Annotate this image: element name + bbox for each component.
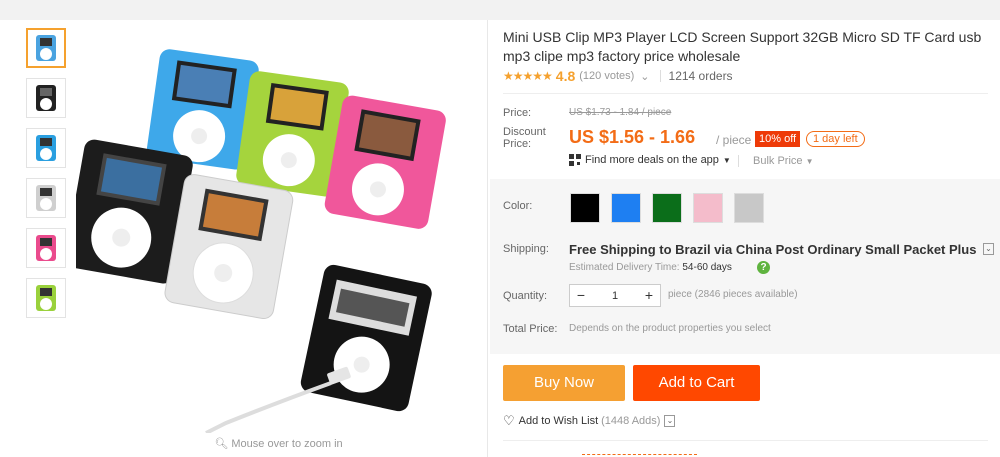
quantity-label: Quantity: (503, 290, 548, 302)
quantity-increase-button[interactable]: + (638, 285, 660, 306)
app-deals-link[interactable]: Find more deals on the app ▼ (569, 154, 731, 166)
color-swatch-black[interactable] (570, 193, 600, 223)
rating-row: ★★★★★ 4.8 (120 votes) ⌄ 1214 orders (503, 68, 733, 84)
price-label: Price: (503, 107, 532, 119)
divider (487, 20, 488, 457)
heart-icon: ♡ (503, 413, 515, 428)
per-piece-unit: / piece (716, 133, 752, 147)
star-rating-icon: ★★★★★ (503, 69, 553, 83)
thumbnail-image (36, 285, 56, 311)
thumbnail-image (36, 135, 56, 161)
zoom-hint: 🔍︎ Mouse over to zoom in (76, 437, 481, 450)
thumbnail-image (36, 85, 56, 111)
discount-badge: 10% off (755, 131, 801, 147)
magnifier-icon: 🔍︎ (214, 438, 229, 450)
wishlist-text: Add to Wish List (518, 415, 599, 427)
product-main-image[interactable] (65, 28, 481, 435)
quantity-stepper: − 1 + (569, 284, 661, 307)
time-left-badge: 1 day left (806, 131, 865, 147)
mp3-players-illustration (65, 49, 446, 435)
help-icon[interactable]: ? (757, 261, 770, 274)
total-price-note: Depends on the product properties you se… (569, 323, 771, 334)
separator (659, 70, 661, 82)
color-label: Color: (503, 200, 533, 212)
votes-count[interactable]: (120 votes) (579, 70, 634, 82)
zoom-hint-text: Mouse over to zoom in (231, 438, 343, 450)
thumbnail-5[interactable] (26, 228, 66, 268)
divider (503, 93, 988, 94)
est-days: 54-60 days (682, 262, 732, 273)
thumbnail-1[interactable] (26, 28, 66, 68)
thumbnail-2[interactable] (26, 78, 66, 118)
dashed-underline (582, 454, 697, 455)
product-title: Mini USB Clip MP3 Player LCD Screen Supp… (503, 29, 982, 64)
quantity-available: piece (2846 pieces available) (668, 289, 798, 300)
color-swatch-silver[interactable] (734, 193, 764, 223)
caret-down-icon: ▼ (805, 157, 814, 166)
thumbnail-image (36, 235, 56, 261)
color-swatch-blue[interactable] (611, 193, 641, 223)
est-label: Estimated Delivery Time: (569, 262, 680, 273)
thumbnail-4[interactable] (26, 178, 66, 218)
chevron-down-icon[interactable]: ⌄ (640, 70, 649, 83)
buy-now-button[interactable]: Buy Now (503, 365, 625, 401)
divider (503, 440, 988, 441)
caret-down-icon: ▼ (722, 155, 731, 165)
wishlist-link[interactable]: ♡ Add to Wish List (1448 Adds) ⌄ (503, 413, 676, 429)
discount-price: US $1.56 - 1.66 (569, 127, 696, 147)
total-price-label: Total Price: (503, 323, 558, 335)
thumbnail-6[interactable] (26, 278, 66, 318)
bulk-price-link[interactable]: Bulk Price ▼ (753, 155, 814, 167)
thumbnail-3[interactable] (26, 128, 66, 168)
thumbnail-image (36, 35, 56, 61)
app-deals-text: Find more deals on the app (585, 154, 719, 166)
bulk-price-text: Bulk Price (753, 155, 803, 167)
separator (738, 155, 739, 167)
add-to-cart-button[interactable]: Add to Cart (633, 365, 760, 401)
rating-score: 4.8 (555, 68, 576, 84)
chevron-down-icon[interactable]: ⌄ (983, 243, 994, 255)
quantity-decrease-button[interactable]: − (570, 285, 592, 306)
color-swatch-green[interactable] (652, 193, 682, 223)
qr-code-icon (569, 154, 581, 166)
discount-price-label: Discount Price: (503, 126, 546, 150)
estimated-delivery: Estimated Delivery Time: 54-60 days (569, 262, 732, 273)
quantity-input[interactable]: 1 (592, 290, 638, 302)
chevron-down-icon[interactable]: ⌄ (664, 415, 676, 427)
original-price: US $1.73 - 1.84 / piece (569, 107, 672, 118)
wishlist-adds: (1448 Adds) (601, 415, 661, 427)
top-bar (0, 0, 1000, 20)
shipping-label: Shipping: (503, 243, 549, 255)
color-swatch-pink[interactable] (693, 193, 723, 223)
shipping-method[interactable]: Free Shipping to Brazil via China Post O… (569, 242, 976, 257)
thumbnail-image (36, 185, 56, 211)
thumbnail-strip (26, 28, 68, 328)
orders-count: 1214 orders (668, 69, 733, 83)
